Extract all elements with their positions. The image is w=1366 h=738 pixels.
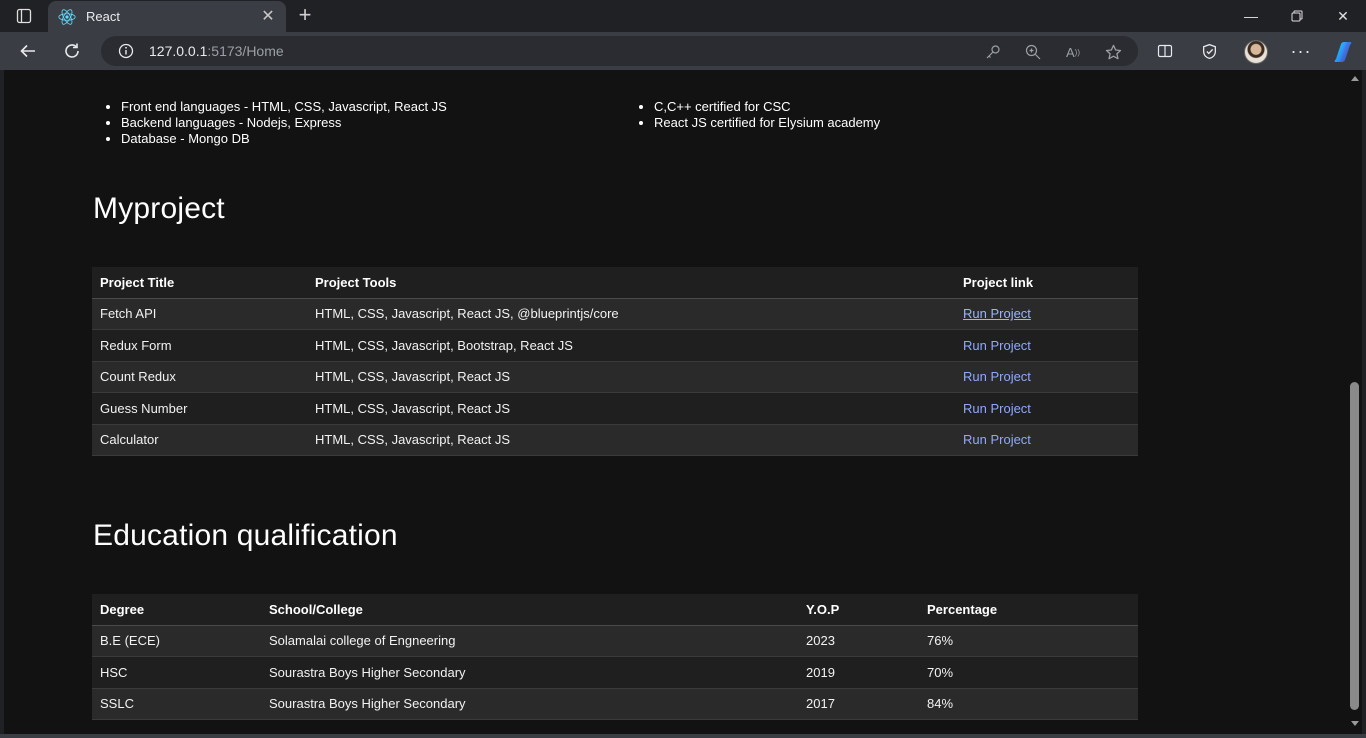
school-cell: Sourastra Boys Higher Secondary xyxy=(261,688,798,720)
certifications-list: C,C++ certified for CSC React JS certifi… xyxy=(654,99,1134,131)
project-title: Calculator xyxy=(92,424,307,456)
degree-cell: SSLC xyxy=(92,688,261,720)
profile-avatar[interactable] xyxy=(1244,40,1268,64)
scroll-down-arrow-icon[interactable] xyxy=(1351,721,1359,726)
table-row: SSLC Sourastra Boys Higher Secondary 201… xyxy=(92,688,1138,720)
column-header: Y.O.P xyxy=(798,594,919,626)
zoom-icon[interactable] xyxy=(1022,41,1044,63)
table-row: Calculator HTML, CSS, Javascript, React … xyxy=(92,424,1138,456)
browser-toolbar: 127.0.0.1:5173/Home A)) ··· xyxy=(0,32,1366,70)
project-tools: HTML, CSS, Javascript, Bootstrap, React … xyxy=(307,329,955,362)
table-row: HSC Sourastra Boys Higher Secondary 2019… xyxy=(92,656,1138,689)
column-header: Percentage xyxy=(919,594,1138,626)
project-title: Redux Form xyxy=(92,329,307,362)
close-window-icon[interactable]: ✕ xyxy=(1320,0,1366,32)
project-link-cell: Run Project xyxy=(955,424,1138,456)
browser-tab[interactable]: React ✕ xyxy=(48,1,286,32)
table-row: B.E (ECE) Solamalai college of Engneerin… xyxy=(92,625,1138,657)
list-item: React JS certified for Elysium academy xyxy=(654,115,1134,131)
column-header: Project Title xyxy=(92,267,307,299)
list-item: Front end languages - HTML, CSS, Javascr… xyxy=(121,99,601,115)
list-item: Database - Mongo DB xyxy=(121,131,601,147)
projects-table: Project Title Project Tools Project link… xyxy=(92,267,1138,456)
more-options-icon[interactable]: ··· xyxy=(1290,40,1312,62)
project-title: Guess Number xyxy=(92,392,307,425)
yop-cell: 2017 xyxy=(798,688,919,720)
back-arrow-icon[interactable] xyxy=(13,37,43,65)
favorite-star-icon[interactable] xyxy=(1102,41,1124,63)
tab-actions-icon[interactable] xyxy=(8,4,40,28)
table-row: Fetch API HTML, CSS, Javascript, React J… xyxy=(92,298,1138,330)
project-tools: HTML, CSS, Javascript, React JS xyxy=(307,392,955,425)
restore-icon[interactable] xyxy=(1274,0,1320,32)
scroll-thumb[interactable] xyxy=(1350,382,1359,710)
yop-cell: 2023 xyxy=(798,625,919,657)
education-heading: Education qualification xyxy=(93,519,398,552)
url-text: 127.0.0.1:5173/Home xyxy=(149,43,284,59)
url-path: :5173/Home xyxy=(207,43,284,59)
project-link-cell: Run Project xyxy=(955,298,1138,330)
new-tab-icon[interactable]: + xyxy=(292,4,318,28)
run-project-link[interactable]: Run Project xyxy=(963,338,1031,353)
window-controls: — ✕ xyxy=(1228,0,1366,32)
column-header: Project Tools xyxy=(307,267,955,299)
percentage-cell: 76% xyxy=(919,625,1138,657)
list-item: Backend languages - Nodejs, Express xyxy=(121,115,601,131)
school-cell: Sourastra Boys Higher Secondary xyxy=(261,656,798,689)
list-item: C,C++ certified for CSC xyxy=(654,99,1134,115)
split-screen-icon[interactable] xyxy=(1154,40,1176,62)
project-tools: HTML, CSS, Javascript, React JS xyxy=(307,424,955,456)
yop-cell: 2019 xyxy=(798,656,919,689)
table-row: Count Redux HTML, CSS, Javascript, React… xyxy=(92,361,1138,393)
react-logo-icon xyxy=(58,8,76,26)
degree-cell: B.E (ECE) xyxy=(92,625,261,657)
copilot-icon[interactable] xyxy=(1330,39,1356,65)
tab-close-icon[interactable]: ✕ xyxy=(260,8,276,25)
minimize-icon[interactable]: — xyxy=(1228,0,1274,32)
site-info-icon[interactable] xyxy=(117,42,135,60)
project-tools: HTML, CSS, Javascript, React JS xyxy=(307,361,955,393)
table-row: Redux Form HTML, CSS, Javascript, Bootst… xyxy=(92,329,1138,362)
project-link-cell: Run Project xyxy=(955,392,1138,425)
column-header: Degree xyxy=(92,594,261,626)
scroll-up-arrow-icon[interactable] xyxy=(1351,76,1359,81)
percentage-cell: 84% xyxy=(919,688,1138,720)
page-viewport: Front end languages - HTML, CSS, Javascr… xyxy=(4,70,1348,734)
percentage-cell: 70% xyxy=(919,656,1138,689)
project-link-cell: Run Project xyxy=(955,361,1138,393)
refresh-icon[interactable] xyxy=(57,37,87,65)
school-cell: Solamalai college of Engneering xyxy=(261,625,798,657)
address-bar[interactable]: 127.0.0.1:5173/Home A)) xyxy=(101,36,1138,66)
project-title: Fetch API xyxy=(92,298,307,330)
key-icon[interactable] xyxy=(982,41,1004,63)
column-header: School/College xyxy=(261,594,798,626)
projects-heading: Myproject xyxy=(93,192,225,225)
run-project-link[interactable]: Run Project xyxy=(963,306,1031,321)
project-title: Count Redux xyxy=(92,361,307,393)
degree-cell: HSC xyxy=(92,656,261,689)
education-table: Degree School/College Y.O.P Percentage B… xyxy=(92,594,1138,720)
project-link-cell: Run Project xyxy=(955,329,1138,362)
tab-title: React xyxy=(86,9,120,24)
run-project-link[interactable]: Run Project xyxy=(963,401,1031,416)
skills-list: Front end languages - HTML, CSS, Javascr… xyxy=(121,99,601,147)
url-host: 127.0.0.1 xyxy=(149,43,208,59)
table-header-row: Degree School/College Y.O.P Percentage xyxy=(92,594,1138,626)
project-tools: HTML, CSS, Javascript, React JS, @bluepr… xyxy=(307,298,955,330)
read-aloud-icon[interactable]: A)) xyxy=(1062,41,1084,63)
browser-essentials-icon[interactable] xyxy=(1198,40,1220,62)
run-project-link[interactable]: Run Project xyxy=(963,369,1031,384)
table-row: Guess Number HTML, CSS, Javascript, Reac… xyxy=(92,392,1138,425)
window-bottom-frame xyxy=(0,734,1366,738)
column-header: Project link xyxy=(955,267,1138,299)
table-header-row: Project Title Project Tools Project link xyxy=(92,267,1138,299)
vertical-scrollbar[interactable] xyxy=(1348,70,1362,734)
run-project-link[interactable]: Run Project xyxy=(963,432,1031,447)
title-bar: React ✕ + — ✕ xyxy=(0,0,1366,32)
